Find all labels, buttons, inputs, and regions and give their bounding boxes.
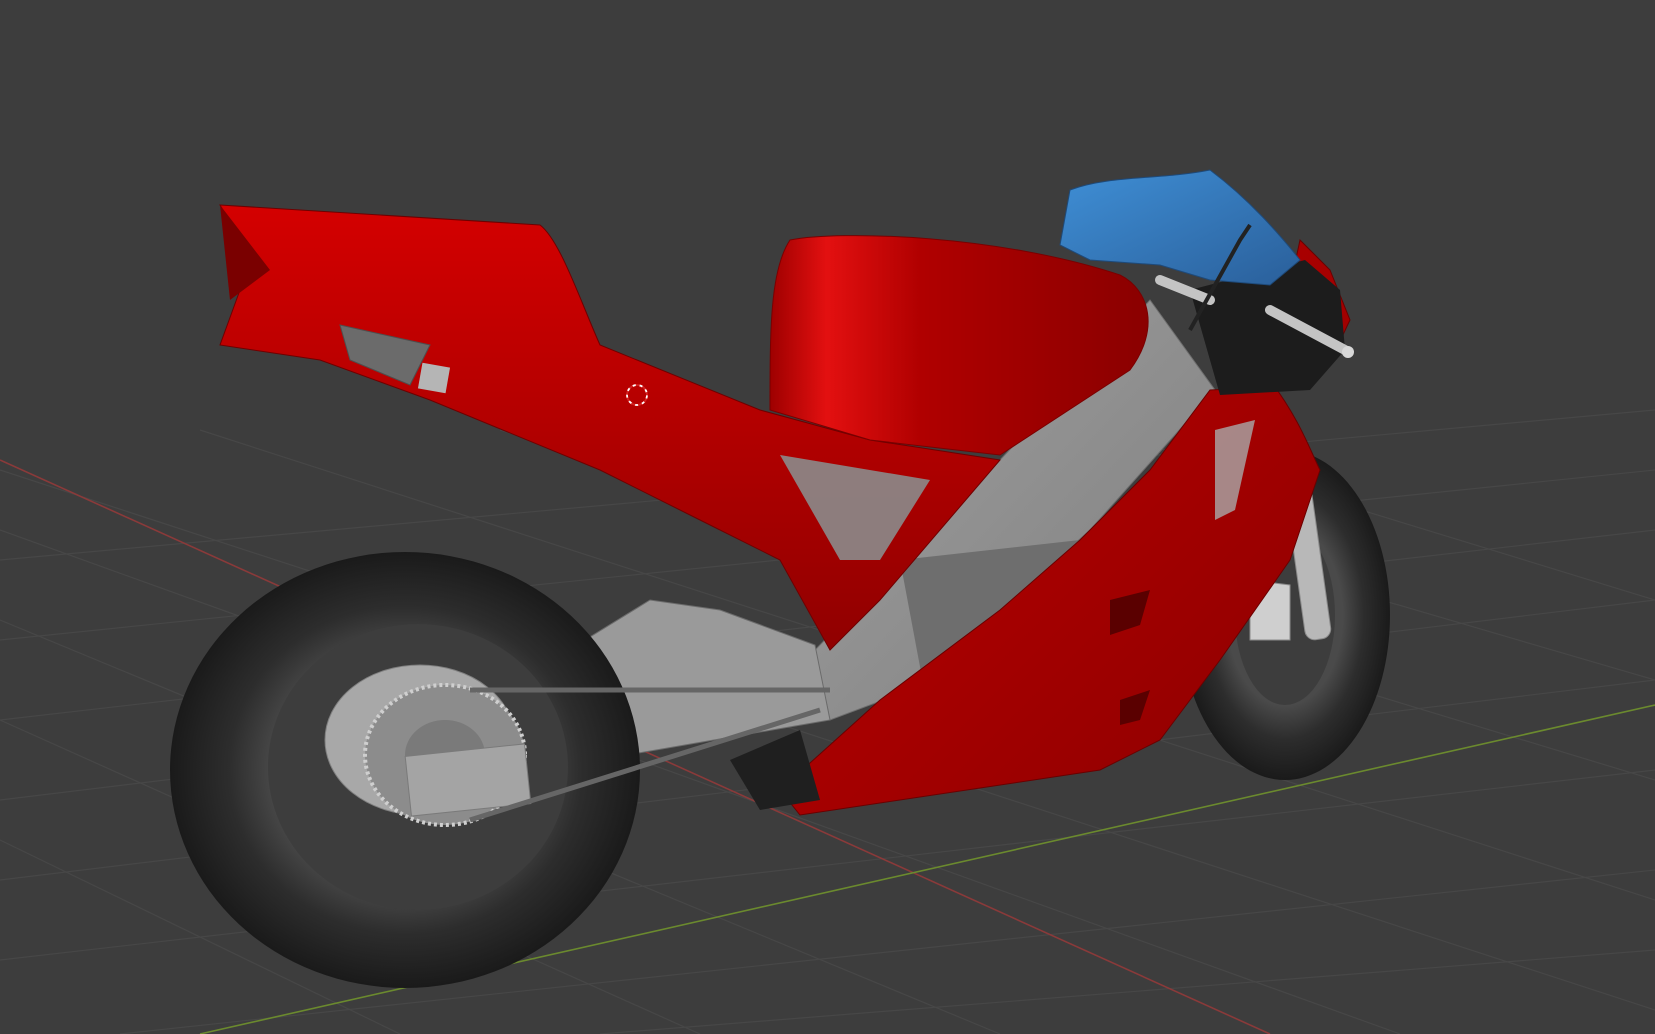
viewport-canvas[interactable]: [0, 0, 1655, 1034]
3d-viewport[interactable]: [0, 0, 1655, 1034]
motorcycle-model[interactable]: [170, 169, 1390, 988]
